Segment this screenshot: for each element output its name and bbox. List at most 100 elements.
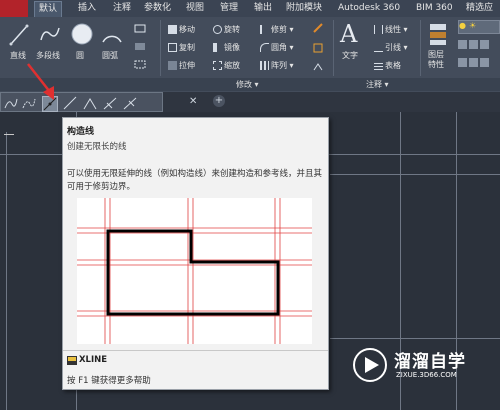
linear-dimension-button[interactable]: 线性 ▾ <box>374 24 408 35</box>
tab-addins[interactable]: 附加模块 <box>286 1 322 16</box>
close-tab-icon[interactable]: ✕ <box>189 96 197 107</box>
measure-icon[interactable] <box>123 96 137 110</box>
grid-line <box>330 174 500 175</box>
leader-icon <box>374 43 383 52</box>
linear-label: 线性 <box>385 25 401 34</box>
arc-label: 圆弧 <box>102 51 118 60</box>
tooltip-description: 可以使用无限延伸的线（例如构造线）来创建构造和参考线，并且其可用于修剪边界。 <box>67 169 323 192</box>
table-label: 表格 <box>385 61 401 70</box>
hatch-icon <box>135 43 145 50</box>
arc-button[interactable] <box>100 22 124 50</box>
tooltip-title: 构造线 <box>67 127 95 137</box>
polyline-button[interactable] <box>38 22 62 50</box>
leader-button[interactable]: 引线 ▾ <box>374 42 408 53</box>
rotate-button[interactable]: 旋转 <box>213 24 240 35</box>
layer-dropdown[interactable]: ● ☀ <box>458 20 500 34</box>
grid-line <box>330 338 500 339</box>
panel-separator <box>160 20 161 76</box>
fillet-button[interactable]: 圆角 ▾ <box>260 42 294 53</box>
move-label: 移动 <box>179 25 195 34</box>
circle-icon <box>71 23 93 45</box>
erase-button[interactable] <box>312 22 324 36</box>
crosshair-mark <box>4 134 14 135</box>
mirror-icon <box>213 43 222 52</box>
tab-autodesk360[interactable]: Autodesk 360 <box>338 1 400 16</box>
text-label: 文字 <box>342 51 358 60</box>
grid-line <box>6 132 7 410</box>
app-menu-button[interactable] <box>0 0 28 17</box>
layer-properties-icon <box>430 24 446 45</box>
leader-label: 引线 <box>385 43 401 52</box>
rotate-label: 旋转 <box>224 25 240 34</box>
panel-separator <box>420 20 421 76</box>
modify-panel-title[interactable]: 修改 ▾ <box>236 78 259 91</box>
linear-dimension-icon <box>374 25 383 34</box>
fillet-icon <box>260 43 269 52</box>
scale-label: 缩放 <box>224 61 240 70</box>
mirror-label: 镜像 <box>224 43 240 52</box>
panel-separator <box>333 20 334 76</box>
tab-parametric[interactable]: 参数化 <box>144 1 171 16</box>
xline-illustration <box>77 198 312 344</box>
tab-annotate[interactable]: 注释 <box>113 1 131 16</box>
array-icon <box>260 61 269 70</box>
document-tab-strip: ✕ + <box>163 92 500 112</box>
trim-button[interactable]: 修剪 ▾ <box>260 24 294 35</box>
explode-button[interactable] <box>312 42 324 56</box>
multiple-points-icon[interactable] <box>83 96 97 110</box>
copy-button[interactable]: 复制 <box>168 42 195 53</box>
tab-featured[interactable]: 精选应 <box>466 1 493 16</box>
watermark-url: ZIXUE.3D66.COM <box>396 371 457 379</box>
layer-properties-label: 图层 特性 <box>428 50 444 69</box>
ray-icon[interactable] <box>63 96 77 110</box>
array-label: 阵列 <box>271 61 287 70</box>
hatch-button[interactable] <box>134 42 146 53</box>
mirror-button[interactable]: 镜像 <box>213 42 240 53</box>
spline-fit-icon[interactable] <box>4 96 18 110</box>
scale-button[interactable]: 缩放 <box>213 60 240 71</box>
tooltip-subtitle: 创建无限长的线 <box>67 142 127 152</box>
layer-tools-row1[interactable] <box>458 40 491 49</box>
table-button[interactable]: 表格 <box>374 60 401 71</box>
boundary-button[interactable] <box>134 60 146 71</box>
watermark-name: 溜溜自学 <box>394 352 466 372</box>
annotation-panel-title[interactable]: 注释 ▾ <box>366 78 389 91</box>
offset-button[interactable] <box>312 60 324 74</box>
text-button[interactable]: A <box>340 20 357 48</box>
lightbulb-icon: ● <box>459 21 466 30</box>
line-icon <box>9 24 29 46</box>
rectangle-button[interactable] <box>134 24 146 35</box>
tooltip-help: 按 F1 键获得更多帮助 <box>67 376 151 386</box>
circle-button[interactable] <box>70 22 94 50</box>
array-button[interactable]: 阵列 ▾ <box>260 60 294 71</box>
new-tab-icon[interactable]: + <box>213 95 225 107</box>
divide-icon[interactable] <box>103 96 117 110</box>
tab-manage[interactable]: 管理 <box>220 1 238 16</box>
layer-tool-icon <box>480 58 489 67</box>
stretch-button[interactable]: 拉伸 <box>168 60 195 71</box>
stretch-icon <box>168 61 177 70</box>
layer-properties-button[interactable] <box>428 22 450 48</box>
line-button[interactable] <box>8 22 30 50</box>
ribbon-tab-bar: 默认 插入 注释 参数化 视图 管理 输出 附加模块 Autodesk 360 … <box>0 0 500 17</box>
pointer-arrow-icon <box>27 63 54 100</box>
tab-insert[interactable]: 插入 <box>78 1 96 16</box>
circle-label: 圆 <box>76 51 84 60</box>
explode-icon <box>313 43 323 53</box>
tab-bim360[interactable]: BIM 360 <box>416 1 453 16</box>
layer-tool-icon <box>458 58 467 67</box>
boundary-icon <box>134 60 146 69</box>
layer-tool-icon <box>480 40 489 49</box>
tab-default[interactable]: 默认 <box>34 1 63 17</box>
tab-view[interactable]: 视图 <box>186 1 204 16</box>
trim-label: 修剪 <box>271 25 287 34</box>
tab-output[interactable]: 输出 <box>254 1 272 16</box>
erase-icon <box>313 23 323 33</box>
trim-icon <box>260 25 269 34</box>
fillet-label: 圆角 <box>271 43 287 52</box>
stretch-label: 拉伸 <box>179 61 195 70</box>
layer-tools-row2[interactable] <box>458 58 491 67</box>
tooltip-popup: 构造线 创建无限长的线 可以使用无限延伸的线（例如构造线）来创建构造和参考线，并… <box>62 117 329 390</box>
layer-tool-icon <box>469 58 478 67</box>
move-button[interactable]: 移动 <box>168 24 195 35</box>
